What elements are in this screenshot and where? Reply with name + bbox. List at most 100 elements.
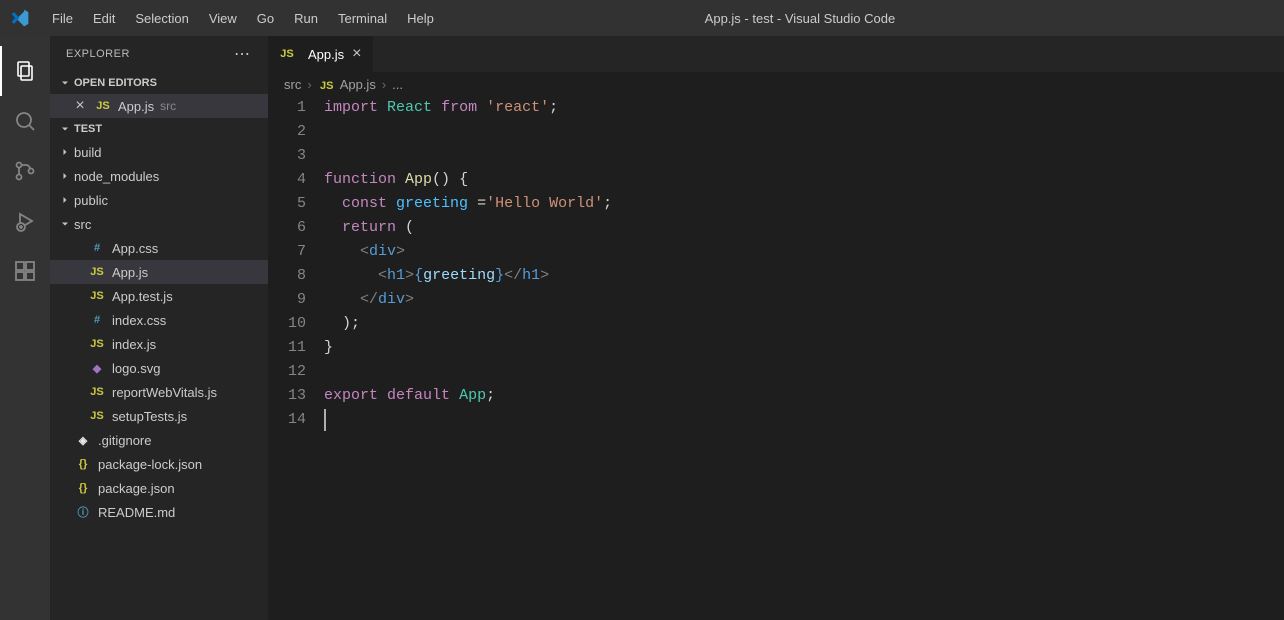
file-package-lock.json[interactable]: {} package-lock.json <box>50 452 268 476</box>
file-label: logo.svg <box>112 361 160 376</box>
code-line[interactable]: const greeting ='Hello World'; <box>324 192 1284 216</box>
svg-file-icon: ◆ <box>88 362 106 375</box>
js-file-icon: JS <box>88 410 106 422</box>
file-README.md[interactable]: ⓘ README.md <box>50 500 268 524</box>
git-file-icon: ◈ <box>74 434 92 447</box>
file-logo.svg[interactable]: ◆ logo.svg <box>50 356 268 380</box>
code-content[interactable]: import React from 'react'; function App()… <box>324 96 1284 620</box>
menu-help[interactable]: Help <box>397 7 444 30</box>
file-label: package-lock.json <box>98 457 202 472</box>
menu-file[interactable]: File <box>42 7 83 30</box>
file-path: src <box>160 99 176 113</box>
folder-node_modules[interactable]: node_modules <box>50 164 268 188</box>
css-file-icon: # <box>88 242 106 254</box>
code-line[interactable]: </div> <box>324 288 1284 312</box>
folder-label: build <box>74 145 101 160</box>
file-reportWebVitals.js[interactable]: JS reportWebVitals.js <box>50 380 268 404</box>
window-title: App.js - test - Visual Studio Code <box>444 11 1276 26</box>
close-icon[interactable]: × <box>72 97 88 115</box>
code-line[interactable] <box>324 120 1284 144</box>
search-icon[interactable] <box>0 96 50 146</box>
code-line[interactable]: function App() { <box>324 168 1284 192</box>
file-App.test.js[interactable]: JSApp.test.js <box>50 284 268 308</box>
file-tree: buildnode_modulespublicsrc#App.cssJSApp.… <box>50 140 268 524</box>
line-number: 13 <box>268 384 306 408</box>
sidebar-more-icon[interactable]: ⋯ <box>234 44 252 64</box>
line-number: 6 <box>268 216 306 240</box>
open-editor-item[interactable]: × JS App.js src <box>50 94 268 118</box>
file-label: index.js <box>112 337 156 352</box>
breadcrumb-segment[interactable]: ... <box>392 77 403 92</box>
chevron-right-icon <box>58 145 72 159</box>
menu-go[interactable]: Go <box>247 7 284 30</box>
menu-terminal[interactable]: Terminal <box>328 7 397 30</box>
chevron-right-icon <box>58 169 72 183</box>
source-control-icon[interactable] <box>0 146 50 196</box>
close-icon[interactable]: × <box>350 45 363 63</box>
open-editors-section[interactable]: OPEN EDITORS <box>50 72 268 94</box>
menu-run[interactable]: Run <box>284 7 328 30</box>
json-file-icon: {} <box>74 482 92 494</box>
file-App.css[interactable]: #App.css <box>50 236 268 260</box>
line-number: 3 <box>268 144 306 168</box>
explorer-icon[interactable] <box>0 46 50 96</box>
code-line[interactable]: ); <box>324 312 1284 336</box>
extensions-icon[interactable] <box>0 246 50 296</box>
line-number: 2 <box>268 120 306 144</box>
chevron-down-icon <box>58 217 72 231</box>
js-file-icon: JS <box>88 266 106 278</box>
file-label: reportWebVitals.js <box>112 385 217 400</box>
file-label: .gitignore <box>98 433 151 448</box>
file-index.css[interactable]: #index.css <box>50 308 268 332</box>
code-line[interactable]: <div> <box>324 240 1284 264</box>
file-index.js[interactable]: JSindex.js <box>50 332 268 356</box>
code-line[interactable] <box>324 360 1284 384</box>
breadcrumb-segment[interactable]: src <box>284 77 301 92</box>
run-debug-icon[interactable] <box>0 196 50 246</box>
file-label: setupTests.js <box>112 409 187 424</box>
code-line[interactable]: import React from 'react'; <box>324 96 1284 120</box>
code-line[interactable]: return ( <box>324 216 1284 240</box>
css-file-icon: # <box>88 314 106 326</box>
code-line[interactable] <box>324 144 1284 168</box>
tab-label: App.js <box>308 47 344 62</box>
line-number: 10 <box>268 312 306 336</box>
code-line[interactable]: } <box>324 336 1284 360</box>
code-line[interactable]: export default App; <box>324 384 1284 408</box>
line-number: 8 <box>268 264 306 288</box>
js-file-icon: JS <box>278 48 296 60</box>
menu-edit[interactable]: Edit <box>83 7 125 30</box>
vscode-logo-icon <box>8 6 32 30</box>
folder-src[interactable]: src <box>50 212 268 236</box>
sidebar-header: EXPLORER ⋯ <box>50 36 268 72</box>
folder-label: public <box>74 193 108 208</box>
folder-label: src <box>74 217 91 232</box>
menu-view[interactable]: View <box>199 7 247 30</box>
tab-App.js[interactable]: JS App.js × <box>268 36 374 72</box>
title-bar: FileEditSelectionViewGoRunTerminalHelp A… <box>0 0 1284 36</box>
js-file-icon: JS <box>94 100 112 112</box>
folder-public[interactable]: public <box>50 188 268 212</box>
sidebar-title: EXPLORER <box>66 48 130 60</box>
menu-selection[interactable]: Selection <box>125 7 198 30</box>
activity-bar <box>0 36 50 620</box>
code-line[interactable] <box>324 408 1284 432</box>
file-label: README.md <box>98 505 175 520</box>
folder-build[interactable]: build <box>50 140 268 164</box>
file-setupTests.js[interactable]: JS setupTests.js <box>50 404 268 428</box>
breadcrumbs[interactable]: src›JSApp.js›... <box>268 72 1284 96</box>
js-file-icon: JS <box>88 386 106 398</box>
code-line[interactable]: <h1>{greeting}</h1> <box>324 264 1284 288</box>
file-name: App.js <box>118 99 154 114</box>
js-file-icon: JS <box>88 290 106 302</box>
md-file-icon: ⓘ <box>74 504 92 520</box>
project-section[interactable]: TEST <box>50 118 268 140</box>
file-App.js[interactable]: JSApp.js <box>50 260 268 284</box>
json-file-icon: {} <box>74 458 92 470</box>
open-editors-label: OPEN EDITORS <box>74 77 157 89</box>
file-.gitignore[interactable]: ◈ .gitignore <box>50 428 268 452</box>
code-area[interactable]: 1234567891011121314 import React from 'r… <box>268 96 1284 620</box>
breadcrumb-segment[interactable]: JSApp.js <box>318 77 376 92</box>
file-package.json[interactable]: {}package.json <box>50 476 268 500</box>
chevron-down-icon <box>58 122 72 136</box>
